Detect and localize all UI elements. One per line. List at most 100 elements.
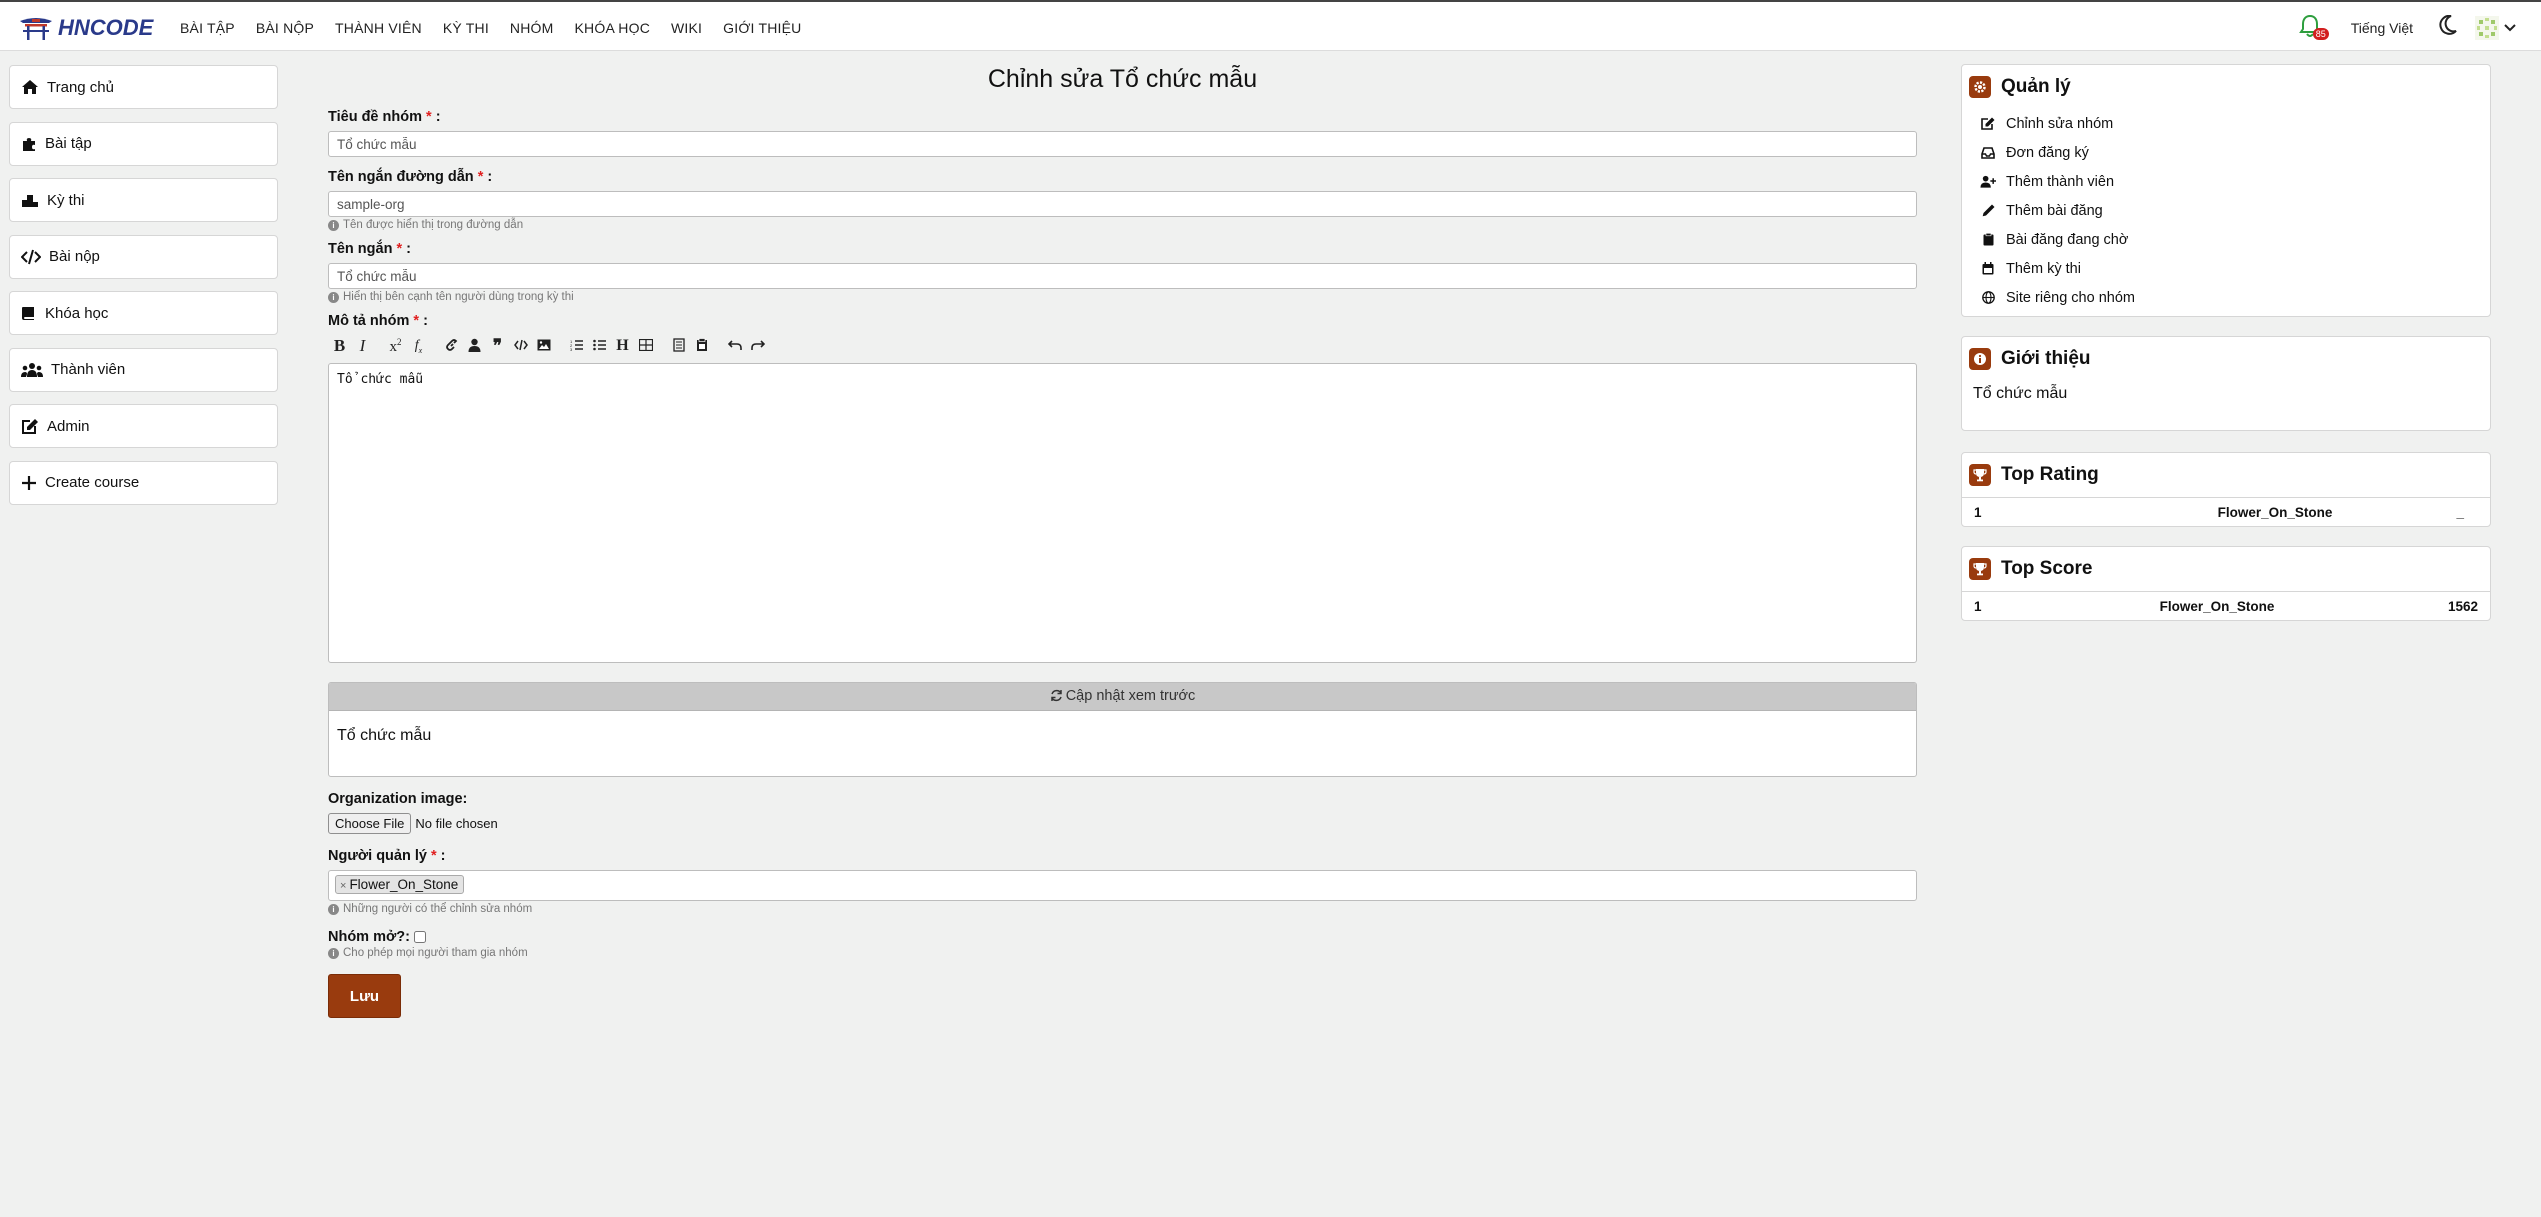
redo-button[interactable] xyxy=(746,338,769,354)
user-mention-button[interactable] xyxy=(463,338,486,355)
file-status: No file chosen xyxy=(415,816,498,831)
top-score-table: 1 Flower_On_Stone 1562 xyxy=(1962,591,2490,621)
manage-item-label: Thêm thành viên xyxy=(2006,173,2115,190)
short-name-input[interactable] xyxy=(328,263,1917,289)
nav-groups[interactable]: NHÓM xyxy=(510,20,554,36)
superscript-button[interactable]: x2 xyxy=(384,337,407,356)
language-selector[interactable]: Tiếng Việt xyxy=(2351,20,2413,36)
user-plus-icon xyxy=(1980,175,1996,188)
chevron-down-icon xyxy=(2504,23,2516,31)
italic-button[interactable]: I xyxy=(351,336,374,356)
sidebar-item-create-course[interactable]: Create course xyxy=(9,460,278,505)
description-editor[interactable]: Tổ chức mẫu xyxy=(328,363,1917,663)
table-row: 1 Flower_On_Stone _ xyxy=(1962,498,2490,527)
rating-cell: _ xyxy=(2456,505,2464,520)
sidebar-item-problems[interactable]: Bài tập xyxy=(9,121,278,166)
user-link[interactable]: Flower_On_Stone xyxy=(2082,599,2352,614)
sidebar-item-users[interactable]: Thành viên xyxy=(9,347,278,392)
book-icon xyxy=(22,307,34,320)
info-icon: i xyxy=(328,947,339,959)
sidebar-item-label: Thành viên xyxy=(51,361,126,378)
manage-item-requests[interactable]: Đơn đăng ký xyxy=(1980,138,2490,167)
manage-item-label: Thêm kỳ thi xyxy=(2006,260,2081,277)
quote-button[interactable]: ❞ xyxy=(486,336,509,356)
sidebar-item-contests[interactable]: Kỳ thi xyxy=(9,178,278,222)
code-button[interactable] xyxy=(509,338,532,354)
manage-item-pending-posts[interactable]: Bài đăng đang chờ xyxy=(1980,225,2490,254)
moon-icon xyxy=(2439,14,2457,35)
slug-help: i Tên được hiển thị trong đường dẫn xyxy=(328,219,1917,231)
nav-contests[interactable]: KỲ THI xyxy=(443,20,489,36)
manage-header: Quản lý xyxy=(1962,65,2490,109)
remove-tag-icon[interactable]: × xyxy=(340,880,346,892)
code-icon xyxy=(21,249,41,264)
user-menu[interactable] xyxy=(2475,15,2517,40)
nav-wiki[interactable]: WIKI xyxy=(671,20,702,36)
name-input[interactable] xyxy=(328,131,1917,157)
short-name-help: i Hiển thị bên cạnh tên người dùng trong … xyxy=(328,291,1917,303)
formula-button[interactable]: fx xyxy=(407,338,430,355)
preview-button[interactable] xyxy=(667,337,690,355)
main-menu: BÀI TẬP BÀI NỘP THÀNH VIÊN KỲ THI NHÓM K… xyxy=(180,2,822,53)
info-icon xyxy=(1969,348,1991,370)
image-button[interactable] xyxy=(532,338,555,354)
user-link[interactable]: Flower_On_Stone xyxy=(2144,505,2406,520)
manage-item-label: Đơn đăng ký xyxy=(2006,144,2089,161)
save-button[interactable]: Lưu xyxy=(328,974,401,1018)
sidebar-item-admin[interactable]: Admin xyxy=(9,404,278,448)
nav-users[interactable]: THÀNH VIÊN xyxy=(335,20,422,36)
open-group-checkbox[interactable] xyxy=(414,931,426,943)
manage-item-label: Thêm bài đăng xyxy=(2006,202,2103,219)
main-content: Chỉnh sửa Tổ chức mẫu Tiêu đề nhóm * : T… xyxy=(328,51,1917,1018)
notifications-button[interactable]: 85 xyxy=(2298,14,2329,42)
manage-item-label: Chỉnh sửa nhóm xyxy=(2006,115,2114,132)
nav-problems[interactable]: BÀI TẬP xyxy=(180,20,235,36)
sidebar-item-courses[interactable]: Khóa học xyxy=(9,291,278,335)
ordered-list-button[interactable]: 123 xyxy=(565,338,588,354)
score-cell: 1562 xyxy=(2447,599,2478,614)
about-title: Giới thiệu xyxy=(2001,348,2091,369)
paste-button[interactable] xyxy=(690,337,713,355)
nav-about[interactable]: GIỚI THIỆU xyxy=(723,20,801,36)
document-icon xyxy=(672,337,685,352)
top-navbar: HNCODE BÀI TẬP BÀI NỘP THÀNH VIÊN KỲ THI… xyxy=(0,0,2541,51)
bold-button[interactable]: B xyxy=(328,336,351,356)
admins-select[interactable]: × Flower_On_Stone xyxy=(328,870,1917,901)
site-logo[interactable]: HNCODE xyxy=(18,14,153,42)
plus-icon xyxy=(22,475,36,490)
top-score-header: Top Score xyxy=(1962,547,2490,591)
undo-button[interactable] xyxy=(723,338,746,354)
admin-tag: × Flower_On_Stone xyxy=(335,875,465,894)
manage-item-label: Site riêng cho nhóm xyxy=(2006,289,2135,306)
link-button[interactable] xyxy=(440,338,463,355)
manage-item-private-site[interactable]: Site riêng cho nhóm xyxy=(1980,283,2490,312)
puzzle-icon xyxy=(23,137,35,151)
dark-mode-toggle[interactable] xyxy=(2439,14,2457,40)
unordered-list-button[interactable] xyxy=(588,338,611,354)
sidebar-item-submissions[interactable]: Bài nộp xyxy=(9,234,278,279)
podium-icon xyxy=(22,195,38,207)
table-icon xyxy=(638,338,653,352)
manage-item-edit-group[interactable]: Chỉnh sửa nhóm xyxy=(1980,109,2490,138)
slug-input[interactable] xyxy=(328,191,1917,217)
manage-item-add-contest[interactable]: Thêm kỳ thi xyxy=(1980,254,2490,283)
manage-item-add-member[interactable]: Thêm thành viên xyxy=(1980,167,2490,196)
list-icon xyxy=(592,339,606,351)
choose-file-button[interactable]: Choose File xyxy=(328,813,412,834)
clipboard-icon xyxy=(1980,233,1996,246)
heading-button[interactable]: H xyxy=(611,337,634,355)
update-preview-button[interactable]: Cập nhật xem trước xyxy=(329,683,1916,711)
sidebar-item-label: Create course xyxy=(45,474,140,491)
manage-item-add-post[interactable]: Thêm bài đăng xyxy=(1980,196,2490,225)
update-preview-label: Cập nhật xem trước xyxy=(1065,688,1196,704)
sidebar-item-label: Khóa học xyxy=(45,304,109,322)
table-row: 1 Flower_On_Stone 1562 xyxy=(1962,592,2490,621)
rank-cell: 1 xyxy=(1974,599,1982,614)
table-button[interactable] xyxy=(634,338,657,354)
pencil-icon xyxy=(1980,204,1996,217)
name-label: Tiêu đề nhóm * : xyxy=(328,109,441,125)
nav-submissions[interactable]: BÀI NỘP xyxy=(256,20,314,36)
nav-courses[interactable]: KHÓA HỌC xyxy=(575,20,651,36)
edit-icon xyxy=(22,419,38,434)
sidebar-item-home[interactable]: Trang chủ xyxy=(9,65,278,109)
